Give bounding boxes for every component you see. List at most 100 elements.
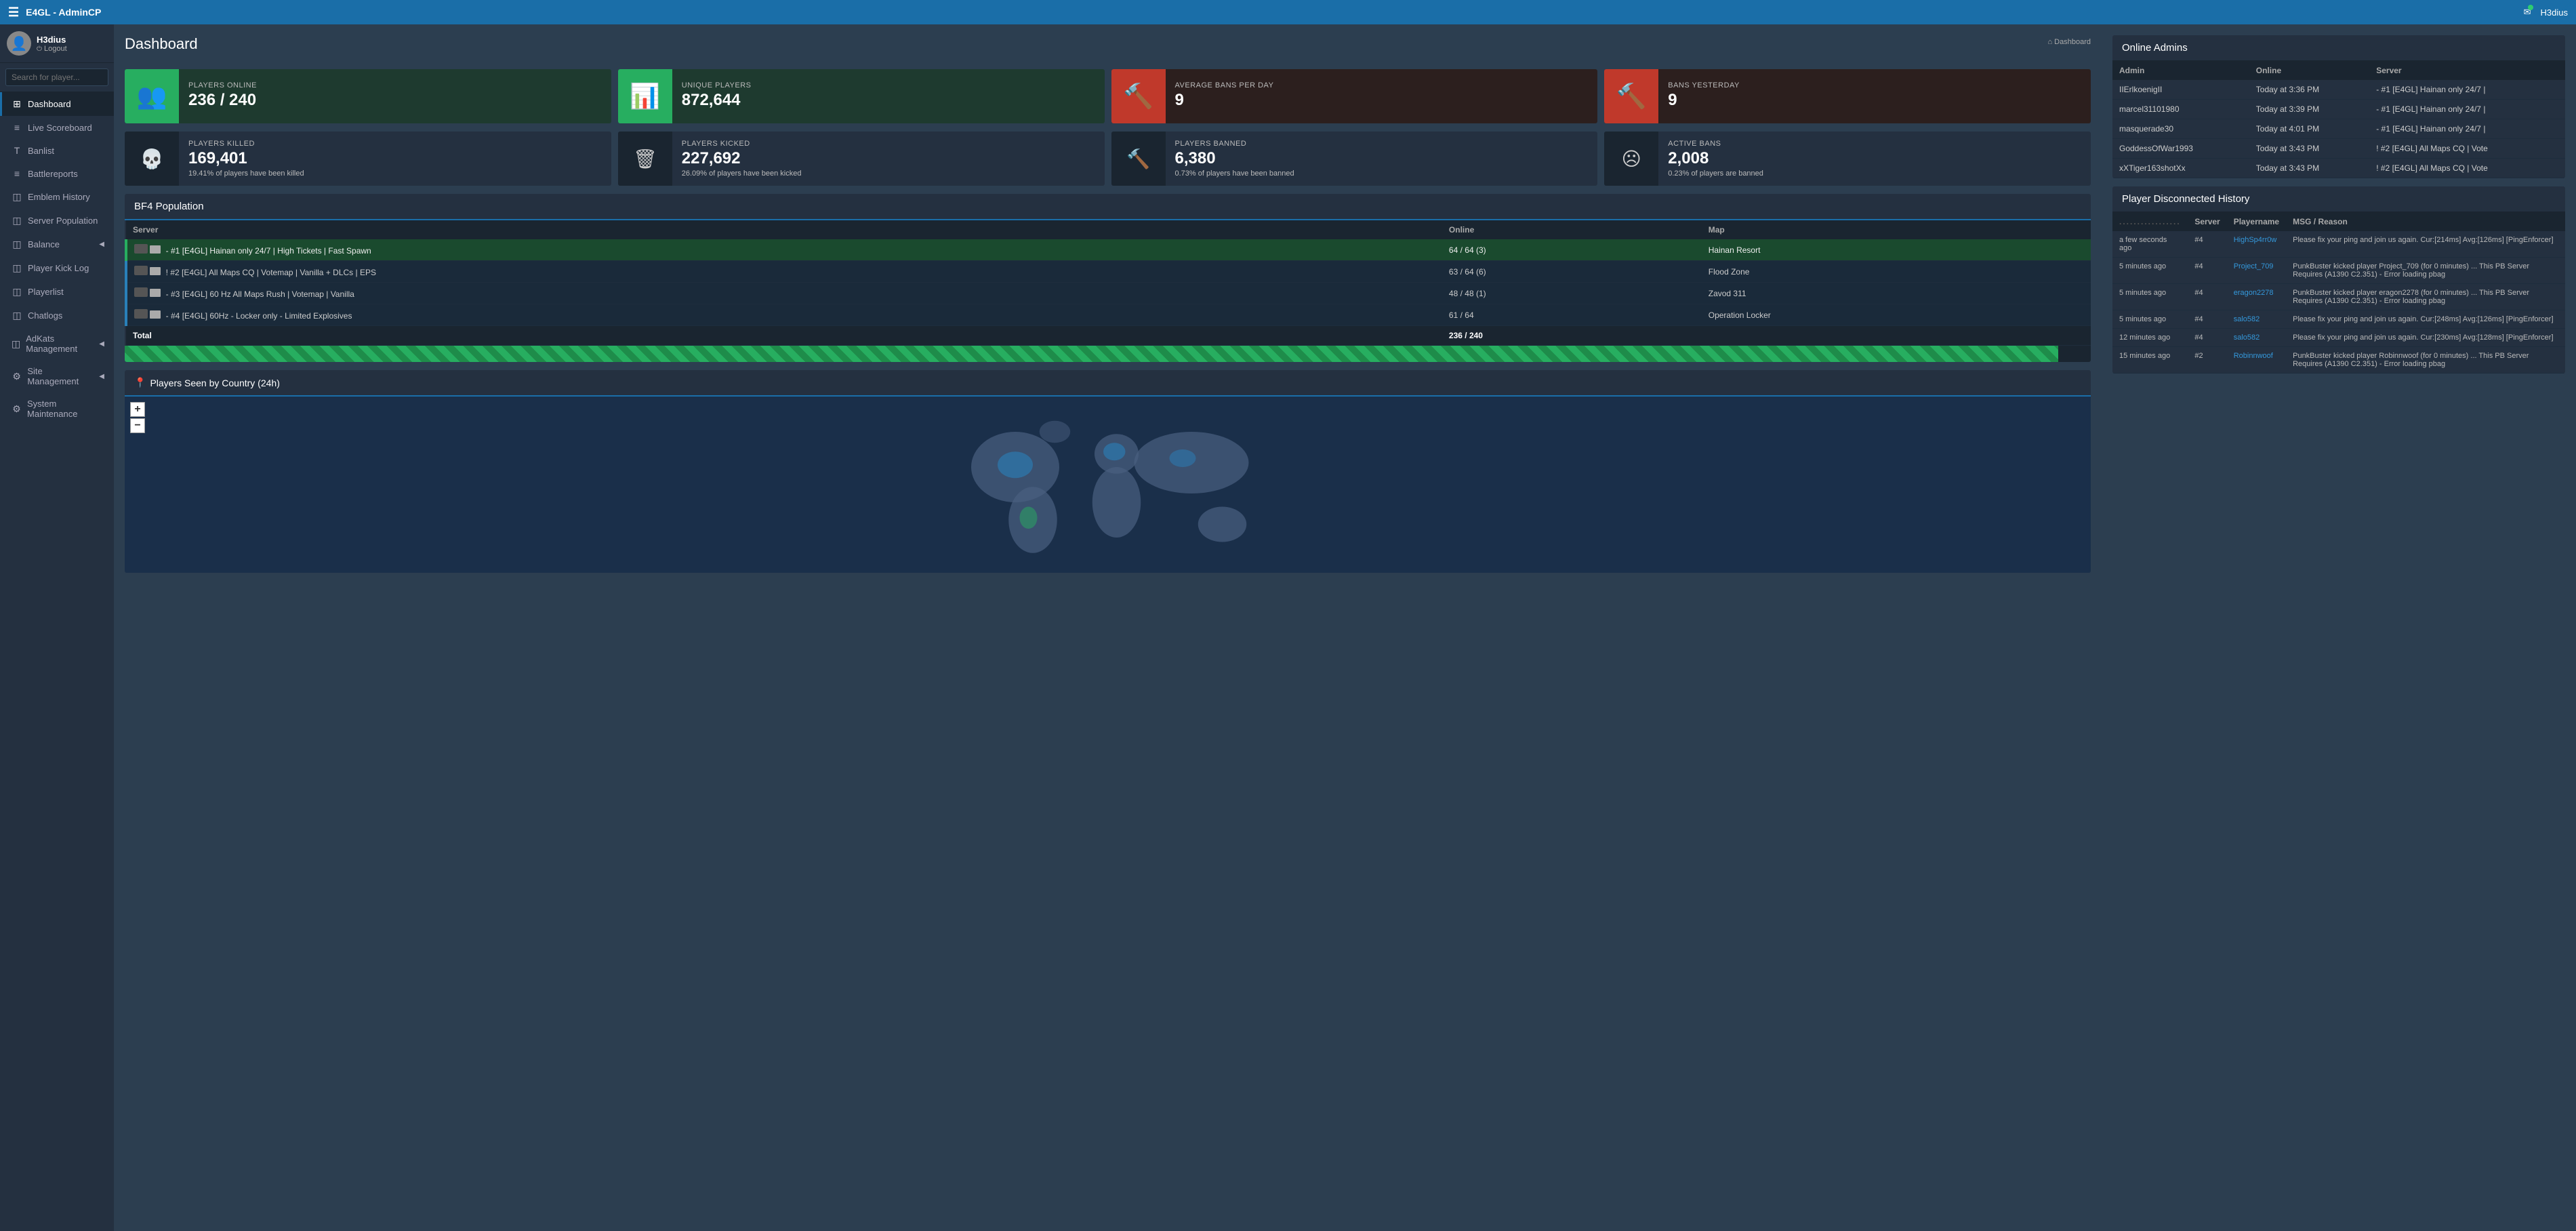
kick-log-icon: ◫ [12, 262, 22, 274]
table-row[interactable]: ! #2 [E4GL] All Maps CQ | Votemap | Vani… [126, 261, 2091, 283]
admin-online-time: Today at 3:43 PM [2249, 159, 2369, 178]
right-panel: Online Admins Admin Online Server IIErlk… [2102, 24, 2576, 1231]
admin-name: masquerade30 [2112, 119, 2249, 139]
stat-card-avg-bans: 🔨 AVERAGE BANS PER DAY 9 [1111, 69, 1598, 123]
system-maintenance-icon: ⚙ [12, 403, 22, 415]
stat-sub: 0.73% of players have been banned [1175, 169, 1589, 178]
disconnect-player-link[interactable]: salo582 [2227, 329, 2286, 347]
sidebar-search-area [0, 63, 114, 92]
players-kicked-icon: 🗑 [618, 132, 672, 186]
total-label: Total [126, 326, 1442, 346]
sidebar-item-label: System Maintenance [27, 399, 104, 419]
table-row[interactable]: - #3 [E4GL] 60 Hz All Maps Rush | Votema… [126, 283, 2091, 304]
page-title: Dashboard [125, 35, 198, 53]
sidebar-item-dashboard[interactable]: ⊞ Dashboard [0, 92, 114, 116]
disconnect-player-link[interactable]: Project_709 [2227, 258, 2286, 284]
disconnect-time: 5 minutes ago [2112, 258, 2188, 284]
admin-server: - #1 [E4GL] Hainan only 24/7 | [2369, 80, 2565, 100]
stat-value: 9 [1668, 91, 2081, 110]
disconnect-reason: Please fix your ping and join us again. … [2286, 329, 2565, 347]
sidebar-item-emblem-history[interactable]: ◫ Emblem History [0, 185, 114, 209]
hamburger-icon[interactable]: ☰ [8, 5, 19, 20]
server-online-count: 63 / 64 (6) [1442, 261, 1702, 283]
bf4-section-header: BF4 Population [125, 194, 2091, 220]
admin-name: GoddessOfWar1993 [2112, 139, 2249, 159]
stat-card-players-killed: 💀 PLAYERS KILLED 169,401 19.41% of playe… [125, 132, 611, 186]
stat-value: 872,644 [682, 91, 1095, 110]
disconnect-server: #4 [2188, 310, 2226, 329]
sidebar-item-label: Site Management [27, 366, 94, 386]
map-zoom-in-button[interactable]: + [130, 402, 145, 417]
sidebar-item-live-scoreboard[interactable]: ≡ Live Scoreboard [0, 116, 114, 139]
table-row: 5 minutes ago #4 eragon2278 PunkBuster k… [2112, 284, 2565, 310]
sidebar-item-label: Emblem History [28, 192, 90, 202]
chatlogs-icon: ◫ [12, 310, 22, 321]
scoreboard-icon: ≡ [12, 122, 22, 133]
server-map-name: Hainan Resort [1702, 239, 2091, 261]
sidebar-item-banlist[interactable]: T Banlist [0, 139, 114, 162]
disconnect-player-link[interactable]: salo582 [2227, 310, 2286, 329]
avg-bans-icon: 🔨 [1111, 69, 1166, 123]
admin-online-time: Today at 3:43 PM [2249, 139, 2369, 159]
sidebar-item-label: Server Population [28, 216, 98, 226]
search-input[interactable] [5, 68, 108, 86]
col-msg: MSG / Reason [2286, 212, 2565, 231]
balance-icon: ◫ [12, 239, 22, 250]
sidebar-item-label: Battlereports [28, 169, 78, 179]
stat-card-players-banned: 🔨 PLAYERS BANNED 6,380 0.73% of players … [1111, 132, 1598, 186]
battlereports-icon: ≡ [12, 168, 22, 179]
stat-value: 169,401 [188, 149, 602, 168]
col-online-time: Online [2249, 61, 2369, 80]
stat-label: ACTIVE BANS [1668, 140, 2081, 148]
sidebar-item-adkats[interactable]: ◫ AdKats Management ◀ [0, 327, 114, 360]
disconnect-player-link[interactable]: eragon2278 [2227, 284, 2286, 310]
table-row: 15 minutes ago #2 Robinnwoof PunkBuster … [2112, 347, 2565, 374]
sidebar-item-playerlist[interactable]: ◫ Playerlist [0, 280, 114, 304]
stat-card-unique-players: 📊 UNIQUE PLAYERS 872,644 [618, 69, 1105, 123]
admin-online-time: Today at 3:39 PM [2249, 100, 2369, 119]
logout-button[interactable]: ⏻ Logout [37, 45, 67, 53]
col-admin: Admin [2112, 61, 2249, 80]
online-admins-table: Admin Online Server IIErlkoenigII Today … [2112, 61, 2565, 178]
col-server: Server [2188, 212, 2226, 231]
table-row[interactable]: - #4 [E4GL] 60Hz - Locker only - Limited… [126, 304, 2091, 326]
disconnect-player-link[interactable]: HighSp4rr0w [2227, 231, 2286, 258]
table-row: IIErlkoenigII Today at 3:36 PM - #1 [E4G… [2112, 80, 2565, 100]
server-online-count: 61 / 64 [1442, 304, 1702, 326]
sidebar-item-system-maintenance[interactable]: ⚙ System Maintenance [0, 392, 114, 425]
sidebar-item-label: Live Scoreboard [28, 123, 92, 133]
table-row[interactable]: - #1 [E4GL] Hainan only 24/7 | High Tick… [126, 239, 2091, 261]
sidebar-item-server-population[interactable]: ◫ Server Population [0, 209, 114, 233]
server-online-count: 64 / 64 (3) [1442, 239, 1702, 261]
breadcrumb: ⌂ Dashboard [2047, 38, 2091, 46]
map-header: 📍 Players Seen by Country (24h) [125, 370, 2091, 397]
col-playername: Playername [2227, 212, 2286, 231]
sidebar-item-label: AdKats Management [26, 334, 94, 354]
sidebar-item-site-management[interactable]: ⚙ Site Management ◀ [0, 360, 114, 392]
admin-server: - #1 [E4GL] Hainan only 24/7 | [2369, 100, 2565, 119]
location-icon: 📍 [134, 377, 146, 388]
map-zoom-out-button[interactable]: − [130, 418, 145, 433]
site-management-icon: ⚙ [12, 371, 22, 382]
sidebar-item-player-kick-log[interactable]: ◫ Player Kick Log [0, 256, 114, 280]
online-admins-card: Online Admins Admin Online Server IIErlk… [2112, 35, 2565, 178]
topnav-username: H3dius [2541, 7, 2568, 18]
disconnect-player-link[interactable]: Robinnwoof [2227, 347, 2286, 374]
sidebar-item-label: Chatlogs [28, 310, 62, 321]
chevron-left-icon: ◀ [99, 241, 104, 248]
bf4-population-table: Server Online Map - #1 [E4GL] Hainan onl… [125, 220, 2091, 346]
admin-name: marcel31101980 [2112, 100, 2249, 119]
admin-name: xXTiger163shotXx [2112, 159, 2249, 178]
stat-cards-row2: 💀 PLAYERS KILLED 169,401 19.41% of playe… [125, 132, 2091, 186]
banlist-icon: T [12, 145, 22, 156]
stat-label: AVERAGE BANS PER DAY [1175, 81, 1589, 89]
server-name-cell: - #3 [E4GL] 60 Hz All Maps Rush | Votema… [126, 283, 1442, 304]
table-row-total: Total236 / 240 [126, 326, 2091, 346]
chevron-left-icon-2: ◀ [99, 340, 104, 348]
mail-icon[interactable]: ✉ [2524, 7, 2531, 18]
disconnected-history-card: Player Disconnected History ............… [2112, 186, 2565, 374]
sidebar-item-balance[interactable]: ◫ Balance ◀ [0, 233, 114, 256]
chevron-left-icon-3: ◀ [99, 373, 104, 380]
sidebar-item-battlereports[interactable]: ≡ Battlereports [0, 162, 114, 185]
sidebar-item-chatlogs[interactable]: ◫ Chatlogs [0, 304, 114, 327]
